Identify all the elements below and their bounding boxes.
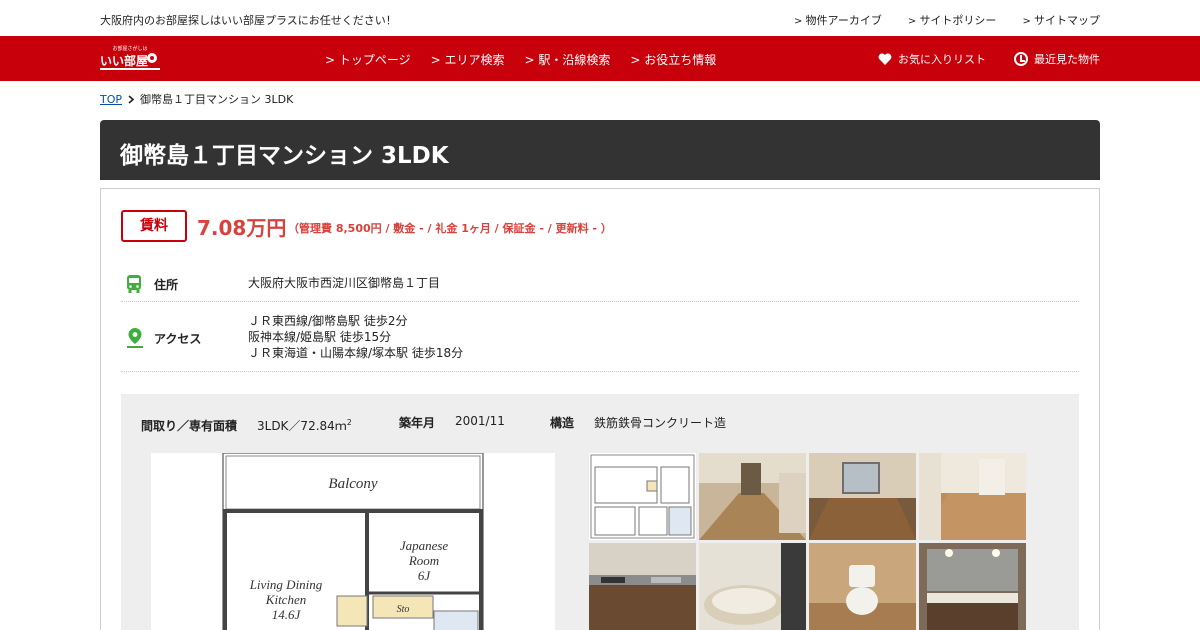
floorplan-ldk-label: Living Dining: [249, 577, 323, 592]
logo-pin-icon: [147, 53, 157, 63]
address-label: 住所: [154, 278, 179, 292]
property-detail-panel: 賃料 7.08万円 （管理費 8,500円 / 敷金 - / 礼金 1ヶ月 / …: [100, 188, 1100, 630]
floorplan-image[interactable]: Balcony Japanese Room 6J Living Dining K…: [151, 453, 555, 630]
layout-unit-sup: 2: [346, 418, 352, 427]
thumbnail-photo[interactable]: [919, 453, 1026, 540]
logo-text: いい部屋: [100, 54, 149, 68]
layout-spec: 間取り／専有面積: [141, 417, 237, 434]
thumbnail-photo[interactable]: [919, 543, 1026, 630]
top-link-policy[interactable]: サイトポリシー: [908, 12, 996, 28]
room-photo: [919, 453, 1026, 540]
layout-value-wrap: 3LDK／72.84ｍ2: [257, 417, 352, 434]
page-title: 御幣島１丁目マンション 3LDK: [120, 143, 449, 169]
breadcrumb-current: 御幣島１丁目マンション 3LDK: [140, 93, 294, 106]
thumbnail-floorplan[interactable]: [589, 453, 696, 540]
kitchen-photo: [589, 543, 696, 630]
layout-label: 間取り／専有面積: [141, 419, 238, 433]
washroom-photo: [919, 543, 1026, 630]
history-icon: [1014, 52, 1028, 66]
floorplan-storage-label: Sto: [397, 604, 410, 615]
main-navbar: お部屋さがしは いい部屋 トップページ エリア検索 駅・沿線検索 お役立ち情報 …: [0, 36, 1200, 81]
site-tagline: 大阪府内のお部屋探しはいい部屋プラスにお任せください！: [100, 14, 397, 27]
nav-top-page[interactable]: トップページ: [325, 51, 411, 68]
access-line: ＪＲ東海道・山陽本線/塚本駅 徒歩18分: [248, 346, 464, 360]
layout-value: 3LDK／72.84ｍ: [257, 419, 347, 433]
floorplan-room-label: 6J: [418, 568, 432, 583]
top-links: 物件アーカイブ サイトポリシー サイトマップ: [794, 12, 1100, 28]
built-label: 築年月: [399, 416, 436, 430]
specs-section: 間取り／専有面積 3LDK／72.84ｍ2 築年月 2001/11 構造 鉄筋鉄…: [121, 394, 1079, 630]
hallway-photo: [699, 453, 806, 540]
nav-area-search[interactable]: エリア検索: [431, 51, 505, 68]
nav-station-search[interactable]: 駅・沿線検索: [525, 51, 610, 68]
access-label: アクセス: [154, 332, 202, 346]
photo-thumbnails: [589, 453, 1026, 630]
recent-link[interactable]: 最近見た物件: [1014, 51, 1100, 67]
rent-fees: （管理費 8,500円 / 敷金 - / 礼金 1ヶ月 / 保証金 - / 更新…: [288, 222, 612, 235]
chevron-right-icon: [128, 94, 135, 104]
bus-icon: [127, 275, 141, 293]
floorplan-room-label: Room: [408, 553, 439, 568]
thumbnail-photo[interactable]: [809, 543, 916, 630]
favorites-link[interactable]: お気に入りリスト: [878, 51, 986, 67]
address-value: 大阪府大阪市西淀川区御幣島１丁目: [248, 276, 441, 290]
access-line: ＪＲ東西線/御幣島駅 徒歩2分: [248, 314, 408, 328]
main-nav: トップページ エリア検索 駅・沿線検索 お役立ち情報: [325, 51, 716, 68]
top-link-sitemap[interactable]: サイトマップ: [1022, 12, 1100, 28]
thumbnail-photo[interactable]: [699, 543, 806, 630]
favorites-label: お気に入りリスト: [898, 53, 986, 66]
breadcrumb: TOP 御幣島１丁目マンション 3LDK: [100, 91, 293, 107]
nav-useful-info[interactable]: お役立ち情報: [630, 51, 716, 68]
room-photo: [809, 453, 916, 540]
map-pin-icon: [127, 328, 143, 348]
recent-label: 最近見た物件: [1034, 53, 1100, 66]
thumbnail-photo[interactable]: [589, 543, 696, 630]
site-logo[interactable]: お部屋さがしは いい部屋: [100, 46, 160, 71]
user-nav: お気に入りリスト 最近見た物件: [878, 51, 1100, 67]
rent-badge: 賃料: [121, 210, 187, 242]
floorplan-thumb-image: [589, 453, 696, 540]
top-link-archive[interactable]: 物件アーカイブ: [794, 12, 882, 28]
toilet-photo: [809, 543, 916, 630]
floorplan-ldk-label: Kitchen: [265, 592, 306, 607]
access-row: アクセス ＪＲ東西線/御幣島駅 徒歩2分 阪神本線/姫島駅 徒歩15分 ＪＲ東海…: [121, 302, 1079, 372]
access-line: 阪神本線/姫島駅 徒歩15分: [248, 330, 392, 344]
floorplan-balcony-label: Balcony: [328, 476, 377, 492]
floorplan-drawing: Balcony Japanese Room 6J Living Dining K…: [222, 453, 484, 630]
rent-price: 7.08万円: [197, 216, 287, 240]
property-title-bar: 御幣島１丁目マンション 3LDK: [100, 120, 1100, 180]
heart-icon: [878, 53, 892, 65]
breadcrumb-home[interactable]: TOP: [100, 93, 122, 106]
thumbnail-photo[interactable]: [699, 453, 806, 540]
thumbnail-photo[interactable]: [809, 453, 916, 540]
bathroom-photo: [699, 543, 806, 630]
floorplan-room-label: Japanese: [400, 538, 449, 553]
structure-value: 鉄筋鉄骨コンクリート造: [594, 416, 727, 430]
top-bar: 大阪府内のお部屋探しはいい部屋プラスにお任せください！ 物件アーカイブ サイトポ…: [0, 0, 1200, 36]
built-value: 2001/11: [455, 414, 505, 428]
structure-label: 構造: [550, 416, 575, 430]
logo-underline: [100, 68, 160, 70]
access-value: ＪＲ東西線/御幣島駅 徒歩2分 阪神本線/姫島駅 徒歩15分 ＪＲ東海道・山陽本…: [248, 313, 463, 361]
address-row: 住所 大阪府大阪市西淀川区御幣島１丁目: [121, 259, 1079, 302]
floorplan-ldk-label: 14.6J: [272, 607, 302, 622]
